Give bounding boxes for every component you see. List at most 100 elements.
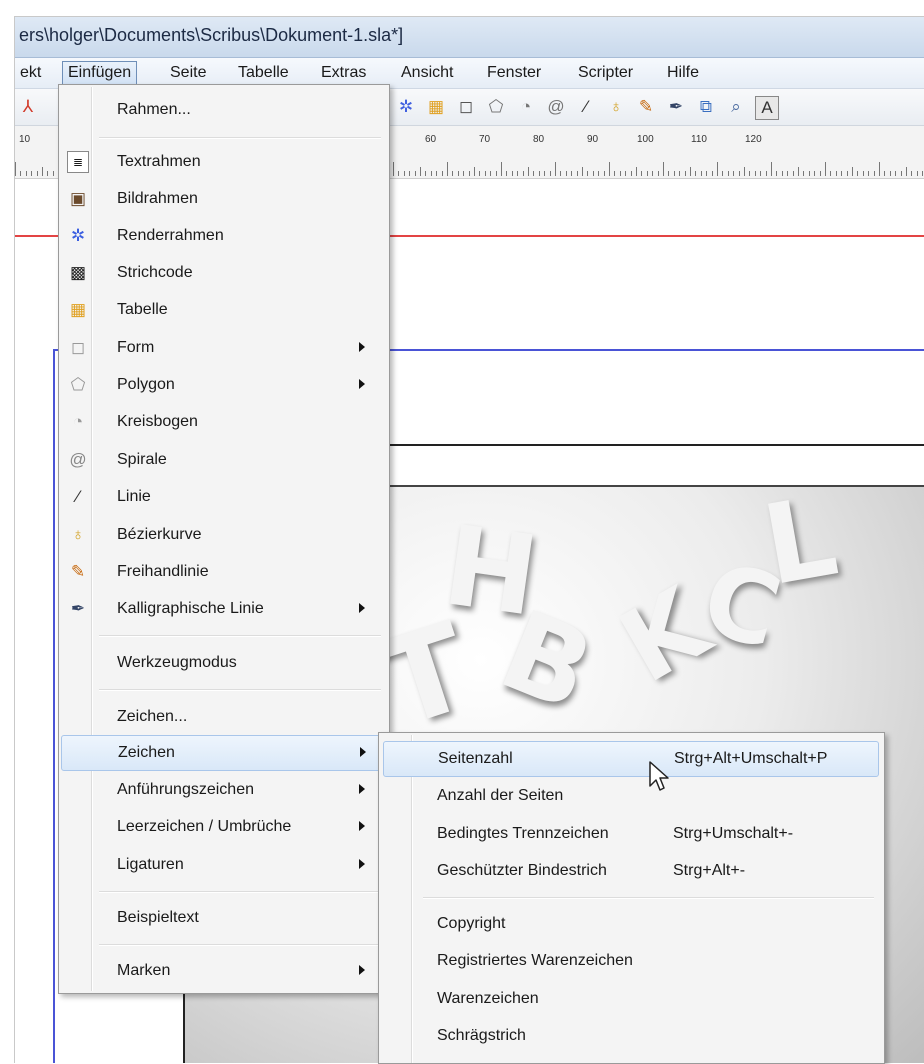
menu-separator — [99, 689, 381, 691]
menu-item-kalligraphische-linie[interactable]: ✒ Kalligraphische Linie — [61, 592, 385, 626]
submenu-item-registriertes-warenzeichen[interactable]: Registriertes Warenzeichen — [383, 944, 877, 978]
menu-item-label: Werkzeugmodus — [117, 654, 237, 671]
menu-item-label: Strichcode — [117, 264, 193, 281]
menu-item-bildrahmen[interactable]: ▣ Bildrahmen — [61, 182, 385, 216]
ruler-tick — [900, 171, 902, 176]
bezier-icon: ♁ — [71, 525, 85, 544]
ruler-tick — [598, 171, 600, 176]
submenu-item-schraegstrich[interactable]: Schrägstrich — [383, 1019, 877, 1053]
menu-item-label: Leerzeichen / Umbrüche — [117, 818, 292, 835]
pdf-icon[interactable]: ⅄ — [17, 96, 39, 118]
menu-ansicht[interactable]: Ansicht — [396, 62, 458, 84]
ruler-tick — [652, 171, 654, 176]
submenu-arrow-icon — [359, 379, 365, 389]
zoom-icon[interactable]: ⌕ — [725, 96, 747, 118]
ruler-tick — [873, 171, 875, 176]
menu-item-spirale[interactable]: @ Spirale — [61, 443, 385, 477]
menu-item-marken[interactable]: Marken — [61, 954, 385, 988]
menu-item-anfuehrungszeichen[interactable]: Anführungszeichen — [61, 773, 385, 807]
menu-item-beispieltext[interactable]: Beispieltext — [61, 901, 385, 935]
ruler-tick — [398, 171, 400, 176]
submenu-item-copyright[interactable]: Copyright — [383, 907, 877, 941]
ruler-tick — [625, 171, 627, 176]
line-icon[interactable]: ⁄ — [575, 96, 597, 118]
ruler-tick — [603, 171, 605, 176]
menu-item-strichcode[interactable]: ▩ Strichcode — [61, 256, 385, 290]
menu-item-rahmen[interactable]: Rahmen... — [61, 93, 385, 127]
ruler-tick — [749, 171, 751, 176]
menu-item-label: Kalligraphische Linie — [117, 600, 264, 617]
menu-scripter[interactable]: Scripter — [573, 62, 638, 84]
menu-item-label: Kreisbogen — [117, 413, 198, 430]
submenu-arrow-icon — [359, 603, 365, 613]
ruler-tick — [646, 171, 648, 176]
link-icon[interactable]: ⧉ — [695, 96, 717, 118]
calligraphic-icon[interactable]: ✒ — [665, 96, 687, 118]
ruler-tick — [522, 171, 524, 176]
ruler-tick — [711, 171, 713, 176]
ruler-tick — [673, 171, 675, 176]
submenu-item-geschuetzter-bindestrich[interactable]: Geschützter Bindestrich Strg+Alt+- — [383, 854, 877, 888]
calligraphic-icon: ✒ — [70, 599, 86, 618]
ruler-tick — [641, 171, 643, 176]
ruler-tick — [463, 171, 465, 176]
submenu-item-bedingtes-trennzeichen[interactable]: Bedingtes Trennzeichen Strg+Umschalt+- — [383, 817, 877, 851]
menu-item-freihandlinie[interactable]: ✎ Freihandlinie — [61, 555, 385, 589]
ruler-tick — [425, 171, 427, 176]
menu-item-renderrahmen[interactable]: ✲ Renderrahmen — [61, 219, 385, 253]
spiral-icon[interactable]: @ — [545, 96, 567, 118]
menu-item-textrahmen[interactable]: ≣ Textrahmen — [61, 145, 385, 179]
ruler-tick — [906, 167, 907, 176]
ruler-tick — [501, 162, 502, 176]
table-icon[interactable]: ▦ — [425, 96, 447, 118]
menu-item-leerzeichen[interactable]: Leerzeichen / Umbrüche — [61, 810, 385, 844]
menu-item-bezierkurve[interactable]: ♁ Bézierkurve — [61, 518, 385, 552]
menu-item-kreisbogen[interactable]: ◔ Kreisbogen — [61, 405, 385, 439]
menu-item-werkzeugmodus[interactable]: Werkzeugmodus — [61, 646, 385, 680]
ruler-tick — [657, 171, 659, 176]
ruler-tick — [441, 171, 443, 176]
menu-item-tabelle[interactable]: ▦ Tabelle — [61, 293, 385, 327]
menu-tabelle[interactable]: Tabelle — [233, 62, 294, 84]
menu-seite[interactable]: Seite — [165, 62, 211, 84]
freehand-icon: ✎ — [70, 562, 86, 581]
ruler-tick — [700, 171, 702, 176]
ruler-tick — [495, 171, 497, 176]
menu-item-form[interactable]: ◻ Form — [61, 331, 385, 365]
submenu-item-warenzeichen[interactable]: Warenzeichen — [383, 982, 877, 1016]
submenu-arrow-icon — [359, 784, 365, 794]
menu-hilfe[interactable]: Hilfe — [662, 62, 704, 84]
menu-item-label: Anführungszeichen — [117, 781, 254, 798]
ruler-tick — [706, 171, 708, 176]
freehand-icon[interactable]: ✎ — [635, 96, 657, 118]
menu-item-polygon[interactable]: ⬠ Polygon — [61, 368, 385, 402]
menu-item-label: Freihandlinie — [117, 563, 209, 580]
menu-extras[interactable]: Extras — [316, 62, 371, 84]
menu-item-label: Renderrahmen — [117, 227, 224, 244]
ruler-tick — [409, 171, 411, 176]
polygon-icon[interactable]: ⬠ — [485, 96, 507, 118]
menu-item-zeichen[interactable]: Zeichen — [61, 735, 387, 771]
arc-icon[interactable]: ◔ — [515, 96, 537, 118]
text-tool-icon[interactable]: A — [755, 96, 779, 120]
submenu-item-anzahl-der-seiten[interactable]: Anzahl der Seiten — [383, 779, 877, 813]
bezier-icon[interactable]: ♁ — [605, 96, 627, 118]
ruler-tick — [549, 171, 551, 176]
photo-decoration: H — [436, 501, 546, 641]
menu-item-zeichen-dialog[interactable]: Zeichen... — [61, 700, 385, 734]
ruler-tick — [436, 171, 438, 176]
menu-einfuegen[interactable]: Einfügen — [62, 61, 138, 85]
table-icon: ▦ — [69, 300, 87, 319]
render-frame-icon[interactable]: ✲ — [395, 96, 417, 118]
shape-icon[interactable]: ◻ — [455, 96, 477, 118]
menu-item-ligaturen[interactable]: Ligaturen — [61, 848, 385, 882]
ruler-tick — [835, 171, 837, 176]
ruler-tick — [727, 171, 729, 176]
menu-item-label: Linie — [117, 488, 151, 505]
menu-item-linie[interactable]: ⁄ Linie — [61, 480, 385, 514]
menu-separator — [99, 944, 381, 946]
menu-fenster[interactable]: Fenster — [482, 62, 546, 84]
submenu-item-seitenzahl[interactable]: Seitenzahl Strg+Alt+Umschalt+P — [383, 741, 879, 777]
submenu-item-label: Copyright — [437, 915, 506, 932]
menu-projekt[interactable]: ekt — [15, 62, 46, 84]
